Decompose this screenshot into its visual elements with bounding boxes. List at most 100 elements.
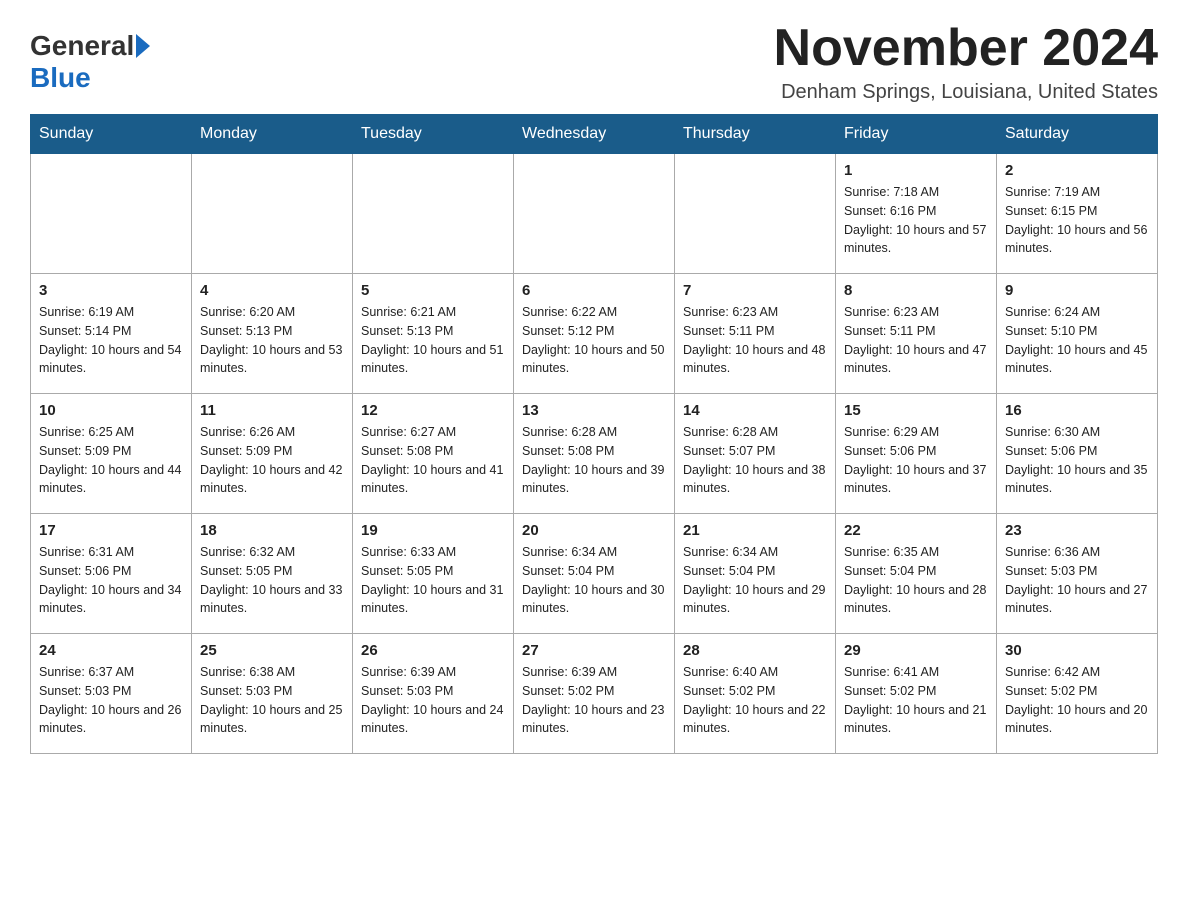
logo-blue-text: Blue: [30, 62, 91, 94]
logo-arrow-icon: [136, 34, 150, 58]
day-info: Sunrise: 6:23 AMSunset: 5:11 PMDaylight:…: [844, 303, 988, 378]
day-number: 21: [683, 522, 827, 539]
day-info: Sunrise: 6:26 AMSunset: 5:09 PMDaylight:…: [200, 423, 344, 498]
day-number: 5: [361, 282, 505, 299]
header-monday: Monday: [192, 115, 353, 154]
day-number: 13: [522, 402, 666, 419]
day-info: Sunrise: 6:33 AMSunset: 5:05 PMDaylight:…: [361, 543, 505, 618]
calendar-cell: [31, 154, 192, 274]
day-info: Sunrise: 6:24 AMSunset: 5:10 PMDaylight:…: [1005, 303, 1149, 378]
header-saturday: Saturday: [997, 115, 1158, 154]
calendar-cell: 2Sunrise: 7:19 AMSunset: 6:15 PMDaylight…: [997, 154, 1158, 274]
day-number: 2: [1005, 162, 1149, 179]
day-number: 29: [844, 642, 988, 659]
header-tuesday: Tuesday: [353, 115, 514, 154]
day-info: Sunrise: 6:41 AMSunset: 5:02 PMDaylight:…: [844, 663, 988, 738]
calendar-week-1: 3 Sunrise: 6:19 AMSunset: 5:14 PMDaylight…: [31, 274, 1158, 394]
calendar-cell: 5 Sunrise: 6:21 AMSunset: 5:13 PMDaylight…: [353, 274, 514, 394]
day-info: Sunrise: 6:19 AMSunset: 5:14 PMDaylight:…: [39, 303, 183, 378]
calendar-week-0: 1 Sunrise: 7:18 AMSunset: 6:16 PMDaylight…: [31, 154, 1158, 274]
calendar-cell: 18 Sunrise: 6:32 AMSunset: 5:05 PMDayligh…: [192, 514, 353, 634]
day-number: 3: [39, 282, 183, 299]
day-info: Sunrise: 6:23 AMSunset: 5:11 PMDaylight:…: [683, 303, 827, 378]
calendar-cell: 29 Sunrise: 6:41 AMSunset: 5:02 PMDayligh…: [836, 634, 997, 754]
header-thursday: Thursday: [675, 115, 836, 154]
day-number: 19: [361, 522, 505, 539]
day-info: Sunrise: 6:25 AMSunset: 5:09 PMDaylight:…: [39, 423, 183, 498]
calendar-cell: 1 Sunrise: 7:18 AMSunset: 6:16 PMDaylight…: [836, 154, 997, 274]
calendar-cell: 20Sunrise: 6:34 AMSunset: 5:04 PMDayligh…: [514, 514, 675, 634]
header: General Blue November 2024 Denham Spring…: [30, 20, 1158, 104]
day-number: 25: [200, 642, 344, 659]
header-sunday: Sunday: [31, 115, 192, 154]
calendar-cell: 10 Sunrise: 6:25 AMSunset: 5:09 PMDayligh…: [31, 394, 192, 514]
calendar-cell: 8 Sunrise: 6:23 AMSunset: 5:11 PMDaylight…: [836, 274, 997, 394]
month-title: November 2024: [774, 20, 1158, 77]
day-info: Sunrise: 6:20 AMSunset: 5:13 PMDaylight:…: [200, 303, 344, 378]
day-info: Sunrise: 6:28 AMSunset: 5:07 PMDaylight:…: [683, 423, 827, 498]
calendar-cell: 17Sunrise: 6:31 AMSunset: 5:06 PMDayligh…: [31, 514, 192, 634]
day-number: 23: [1005, 522, 1149, 539]
day-number: 8: [844, 282, 988, 299]
day-number: 27: [522, 642, 666, 659]
day-info: Sunrise: 6:21 AMSunset: 5:13 PMDaylight:…: [361, 303, 505, 378]
header-friday: Friday: [836, 115, 997, 154]
calendar-cell: 9 Sunrise: 6:24 AMSunset: 5:10 PMDaylight…: [997, 274, 1158, 394]
calendar-cell: 21Sunrise: 6:34 AMSunset: 5:04 PMDayligh…: [675, 514, 836, 634]
day-info: Sunrise: 6:42 AMSunset: 5:02 PMDaylight:…: [1005, 663, 1149, 738]
calendar-cell: 26 Sunrise: 6:39 AMSunset: 5:03 PMDayligh…: [353, 634, 514, 754]
day-number: 9: [1005, 282, 1149, 299]
day-info: Sunrise: 6:40 AMSunset: 5:02 PMDaylight:…: [683, 663, 827, 738]
day-info: Sunrise: 6:34 AMSunset: 5:04 PMDaylight:…: [522, 543, 666, 618]
day-number: 24: [39, 642, 183, 659]
day-number: 18: [200, 522, 344, 539]
day-number: 10: [39, 402, 183, 419]
day-number: 26: [361, 642, 505, 659]
calendar-cell: 6 Sunrise: 6:22 AMSunset: 5:12 PMDaylight…: [514, 274, 675, 394]
day-info: Sunrise: 6:35 AMSunset: 5:04 PMDaylight:…: [844, 543, 988, 618]
day-info: Sunrise: 6:22 AMSunset: 5:12 PMDaylight:…: [522, 303, 666, 378]
calendar-header-row: SundayMondayTuesdayWednesdayThursdayFrid…: [31, 115, 1158, 154]
title-area: November 2024 Denham Springs, Louisiana,…: [774, 20, 1158, 104]
day-info: Sunrise: 6:29 AMSunset: 5:06 PMDaylight:…: [844, 423, 988, 498]
calendar-cell: [192, 154, 353, 274]
day-info: Sunrise: 6:39 AMSunset: 5:03 PMDaylight:…: [361, 663, 505, 738]
calendar-cell: [514, 154, 675, 274]
calendar-cell: 7Sunrise: 6:23 AMSunset: 5:11 PMDaylight…: [675, 274, 836, 394]
calendar-cell: 24 Sunrise: 6:37 AMSunset: 5:03 PMDayligh…: [31, 634, 192, 754]
calendar-cell: 14 Sunrise: 6:28 AMSunset: 5:07 PMDayligh…: [675, 394, 836, 514]
calendar-cell: 25 Sunrise: 6:38 AMSunset: 5:03 PMDayligh…: [192, 634, 353, 754]
day-info: Sunrise: 6:37 AMSunset: 5:03 PMDaylight:…: [39, 663, 183, 738]
day-number: 14: [683, 402, 827, 419]
calendar-cell: 23Sunrise: 6:36 AMSunset: 5:03 PMDayligh…: [997, 514, 1158, 634]
calendar-cell: 3 Sunrise: 6:19 AMSunset: 5:14 PMDaylight…: [31, 274, 192, 394]
logo: General Blue: [30, 30, 150, 94]
calendar-cell: 13 Sunrise: 6:28 AMSunset: 5:08 PMDayligh…: [514, 394, 675, 514]
day-number: 22: [844, 522, 988, 539]
calendar-cell: 16 Sunrise: 6:30 AMSunset: 5:06 PMDayligh…: [997, 394, 1158, 514]
day-number: 6: [522, 282, 666, 299]
calendar-cell: 19 Sunrise: 6:33 AMSunset: 5:05 PMDayligh…: [353, 514, 514, 634]
day-number: 16: [1005, 402, 1149, 419]
calendar-cell: 11 Sunrise: 6:26 AMSunset: 5:09 PMDayligh…: [192, 394, 353, 514]
day-number: 11: [200, 402, 344, 419]
day-number: 4: [200, 282, 344, 299]
calendar-table: SundayMondayTuesdayWednesdayThursdayFrid…: [30, 114, 1158, 754]
day-number: 1: [844, 162, 988, 179]
calendar-cell: [675, 154, 836, 274]
calendar-cell: 22 Sunrise: 6:35 AMSunset: 5:04 PMDayligh…: [836, 514, 997, 634]
day-info: Sunrise: 6:30 AMSunset: 5:06 PMDaylight:…: [1005, 423, 1149, 498]
day-info: Sunrise: 6:32 AMSunset: 5:05 PMDaylight:…: [200, 543, 344, 618]
calendar-cell: [353, 154, 514, 274]
logo-general-text: General: [30, 30, 134, 62]
day-info: Sunrise: 7:18 AMSunset: 6:16 PMDaylight:…: [844, 183, 988, 258]
calendar-week-2: 10 Sunrise: 6:25 AMSunset: 5:09 PMDayligh…: [31, 394, 1158, 514]
calendar-cell: 4 Sunrise: 6:20 AMSunset: 5:13 PMDaylight…: [192, 274, 353, 394]
day-info: Sunrise: 6:28 AMSunset: 5:08 PMDaylight:…: [522, 423, 666, 498]
day-info: Sunrise: 6:38 AMSunset: 5:03 PMDaylight:…: [200, 663, 344, 738]
day-number: 12: [361, 402, 505, 419]
location-subtitle: Denham Springs, Louisiana, United States: [774, 81, 1158, 104]
calendar-cell: 27Sunrise: 6:39 AMSunset: 5:02 PMDayligh…: [514, 634, 675, 754]
calendar-week-4: 24 Sunrise: 6:37 AMSunset: 5:03 PMDayligh…: [31, 634, 1158, 754]
day-info: Sunrise: 6:31 AMSunset: 5:06 PMDaylight:…: [39, 543, 183, 618]
